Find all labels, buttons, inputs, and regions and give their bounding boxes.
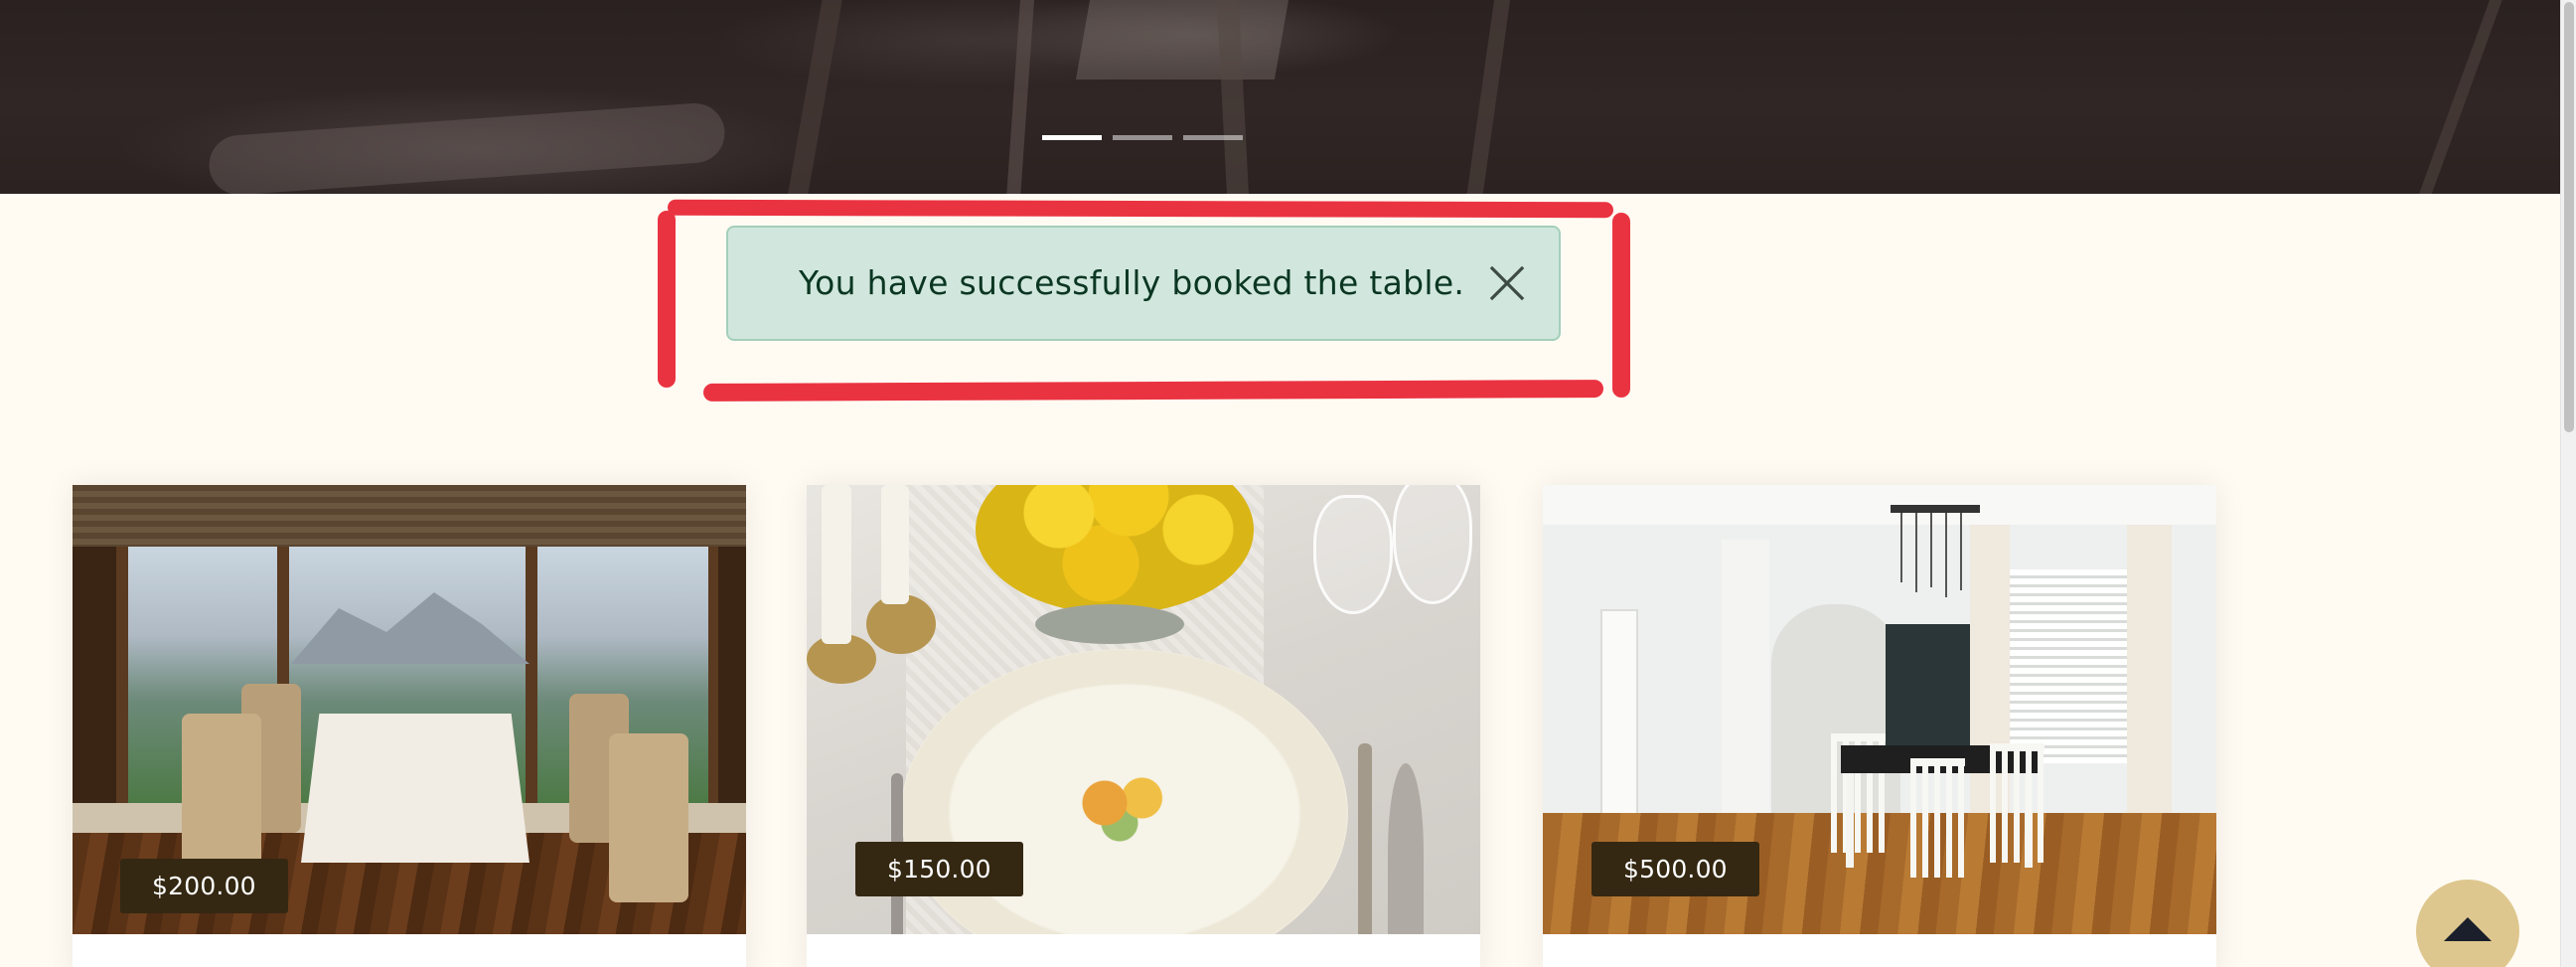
close-icon	[1489, 265, 1525, 301]
carousel-indicators	[1042, 135, 1243, 140]
price-badge: $500.00	[1591, 842, 1759, 896]
table-card[interactable]: $500.00	[1543, 485, 2216, 967]
alert-message: You have successfully booked the table.	[799, 263, 1465, 302]
alert-close-button[interactable]	[1489, 265, 1525, 301]
carousel-indicator-2[interactable]	[1113, 135, 1172, 140]
hero-light	[1075, 0, 1289, 80]
table-card[interactable]: $150.00	[807, 485, 1480, 967]
page-scrollbar[interactable]	[2560, 0, 2576, 967]
highlight-annotation	[1612, 213, 1630, 398]
price-badge: $200.00	[120, 859, 288, 913]
price-badge: $150.00	[855, 842, 1023, 896]
scrollbar-thumb[interactable]	[2564, 2, 2574, 432]
hero-carousel	[0, 0, 2560, 194]
table-card[interactable]: $200.00	[73, 485, 746, 967]
highlight-annotation	[702, 380, 1604, 402]
carousel-indicator-3[interactable]	[1183, 135, 1243, 140]
highlight-annotation	[658, 211, 676, 388]
highlight-annotation	[667, 199, 1614, 219]
success-alert: You have successfully booked the table.	[726, 226, 1561, 341]
back-to-top-button[interactable]	[2416, 880, 2519, 967]
carousel-indicator-1[interactable]	[1042, 135, 1102, 140]
